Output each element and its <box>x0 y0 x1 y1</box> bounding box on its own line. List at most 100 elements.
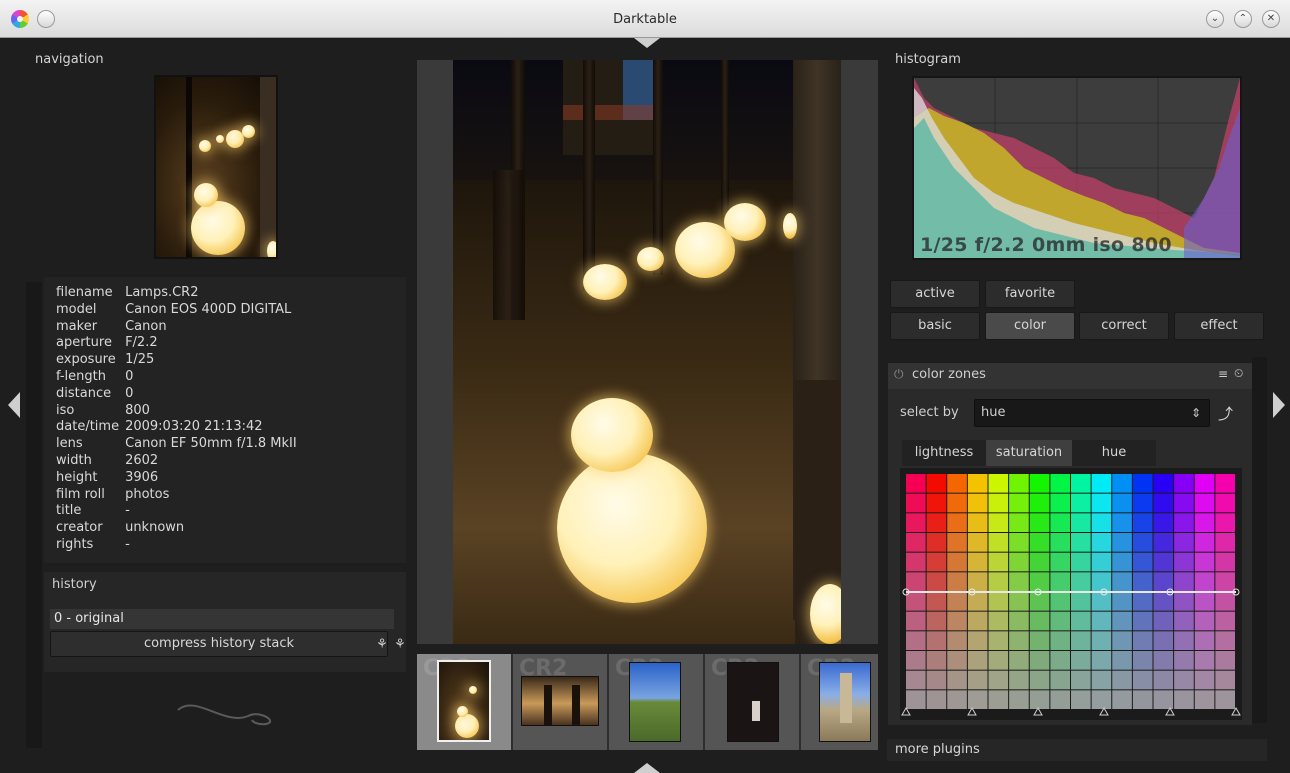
filmstrip-thumbnail[interactable]: CR2 <box>417 654 511 750</box>
filmstrip-thumbnail[interactable]: CR2 <box>801 654 878 750</box>
minimize-button[interactable]: ⌄ <box>1206 10 1224 28</box>
info-key: title <box>56 503 82 519</box>
color-cell <box>1112 552 1132 572</box>
power-icon[interactable]: ⏻ <box>894 367 904 382</box>
color-cell <box>926 572 947 591</box>
color-cell <box>1132 572 1153 591</box>
collapse-left-panel-arrow-icon[interactable] <box>8 392 20 418</box>
color-cell <box>1174 533 1194 552</box>
color-cell <box>1029 493 1050 513</box>
color-cell <box>967 513 988 532</box>
info-row: height 3906 <box>56 470 297 487</box>
color-cell <box>1091 611 1112 631</box>
color-cell <box>1215 533 1235 552</box>
color-cell <box>1009 651 1029 670</box>
info-value: 3906 <box>125 469 159 485</box>
color-cell <box>1112 513 1132 532</box>
tab-hue[interactable]: hue <box>1072 440 1156 466</box>
maximize-button[interactable]: ⌃ <box>1234 10 1252 28</box>
color-cell <box>906 474 926 493</box>
histogram-view[interactable]: 1/25 f/2.2 0mm iso 800 <box>912 76 1242 260</box>
color-cell <box>1091 592 1112 611</box>
styles-icon[interactable]: ⚘ <box>372 634 392 656</box>
group-active-button[interactable]: active <box>890 280 980 308</box>
node-marker-icon[interactable] <box>967 706 977 716</box>
filmstrip-thumbnail[interactable]: CR2 <box>513 654 607 750</box>
history-item-original[interactable]: 0 - original <box>50 609 394 629</box>
tab-lightness[interactable]: lightness <box>902 440 986 466</box>
close-button[interactable]: ✕ <box>1262 10 1280 28</box>
color-cell <box>926 670 947 690</box>
info-key: height <box>56 469 98 485</box>
color-cell <box>1174 572 1194 591</box>
reset-icon[interactable]: ⏲ <box>1234 366 1243 381</box>
color-cell <box>906 690 926 709</box>
node-marker-icon[interactable] <box>1033 706 1043 716</box>
color-cell <box>1194 572 1215 591</box>
history-module: history 0 - original compress history st… <box>44 572 406 672</box>
main-image-view[interactable] <box>453 60 841 644</box>
more-plugins-button[interactable]: more plugins <box>887 739 1267 761</box>
color-cell <box>1215 513 1235 532</box>
node-marker-icon[interactable] <box>1099 706 1109 716</box>
color-cell <box>1009 533 1029 552</box>
color-cell <box>1132 670 1153 690</box>
color-cell <box>1215 631 1235 650</box>
color-cell <box>1071 611 1091 631</box>
color-cell <box>906 513 926 532</box>
color-cell <box>1153 611 1174 631</box>
copy-history-icon[interactable]: ⚘ <box>390 634 410 656</box>
color-cell <box>947 631 967 650</box>
color-cell <box>1029 670 1050 690</box>
group-correct-button[interactable]: correct <box>1079 312 1169 340</box>
info-key: distance <box>56 385 112 401</box>
color-cell <box>1009 474 1029 493</box>
node-marker-icon[interactable] <box>1231 706 1241 716</box>
color-cell <box>1009 592 1029 611</box>
collapse-right-panel-arrow-icon[interactable] <box>1273 392 1285 418</box>
node-marker-icon[interactable] <box>1165 706 1175 716</box>
color-cell <box>1174 513 1194 532</box>
color-cell <box>1153 493 1174 513</box>
color-cell <box>1029 513 1050 532</box>
info-row: rights - <box>56 537 297 554</box>
color-cell <box>1194 474 1215 493</box>
info-row: lens Canon EF 50mm f/1.8 MkII <box>56 436 297 453</box>
collapse-bottom-panel-arrow-icon[interactable] <box>634 763 660 773</box>
color-cell <box>1091 670 1112 690</box>
select-by-dropdown[interactable]: hue ⇕ <box>974 399 1210 427</box>
color-cell <box>1153 670 1174 690</box>
color-cell <box>967 690 988 709</box>
tab-saturation[interactable]: saturation <box>986 440 1072 466</box>
color-cell <box>1071 592 1091 611</box>
presets-menu-icon[interactable]: ≡ <box>1218 367 1228 381</box>
navigation-preview[interactable] <box>154 75 278 259</box>
compress-history-button[interactable]: compress history stack <box>50 631 388 657</box>
group-favorite-button[interactable]: favorite <box>985 280 1075 308</box>
color-cell <box>967 572 988 591</box>
group-effect-button[interactable]: effect <box>1174 312 1264 340</box>
color-cell <box>1029 474 1050 493</box>
color-cell <box>1050 474 1070 493</box>
filmstrip-thumbnail[interactable]: CR2 <box>705 654 799 750</box>
group-basic-button[interactable]: basic <box>890 312 980 340</box>
filmstrip-thumbnail[interactable]: CR2 <box>609 654 703 750</box>
module-header[interactable]: ⏻ color zones ≡ ⏲ <box>888 363 1252 389</box>
color-cell <box>1091 631 1112 650</box>
color-cell <box>1132 651 1153 670</box>
info-key: film roll <box>56 486 105 502</box>
group-color-button[interactable]: color <box>985 312 1075 340</box>
color-cell <box>1194 533 1215 552</box>
color-zones-graph[interactable] <box>900 468 1242 720</box>
color-cell <box>1091 572 1112 591</box>
right-panel-scrollbar[interactable] <box>1252 357 1267 723</box>
color-cell <box>1132 611 1153 631</box>
left-panel-scrollbar[interactable] <box>26 282 42 748</box>
info-key: maker <box>56 318 98 334</box>
color-cell <box>967 651 988 670</box>
color-cell <box>967 474 988 493</box>
node-marker-icon[interactable] <box>901 706 911 716</box>
collapse-top-panel-arrow-icon[interactable] <box>634 38 660 48</box>
color-picker-icon[interactable]: ⤴ <box>1218 403 1233 424</box>
color-cell <box>988 533 1009 552</box>
